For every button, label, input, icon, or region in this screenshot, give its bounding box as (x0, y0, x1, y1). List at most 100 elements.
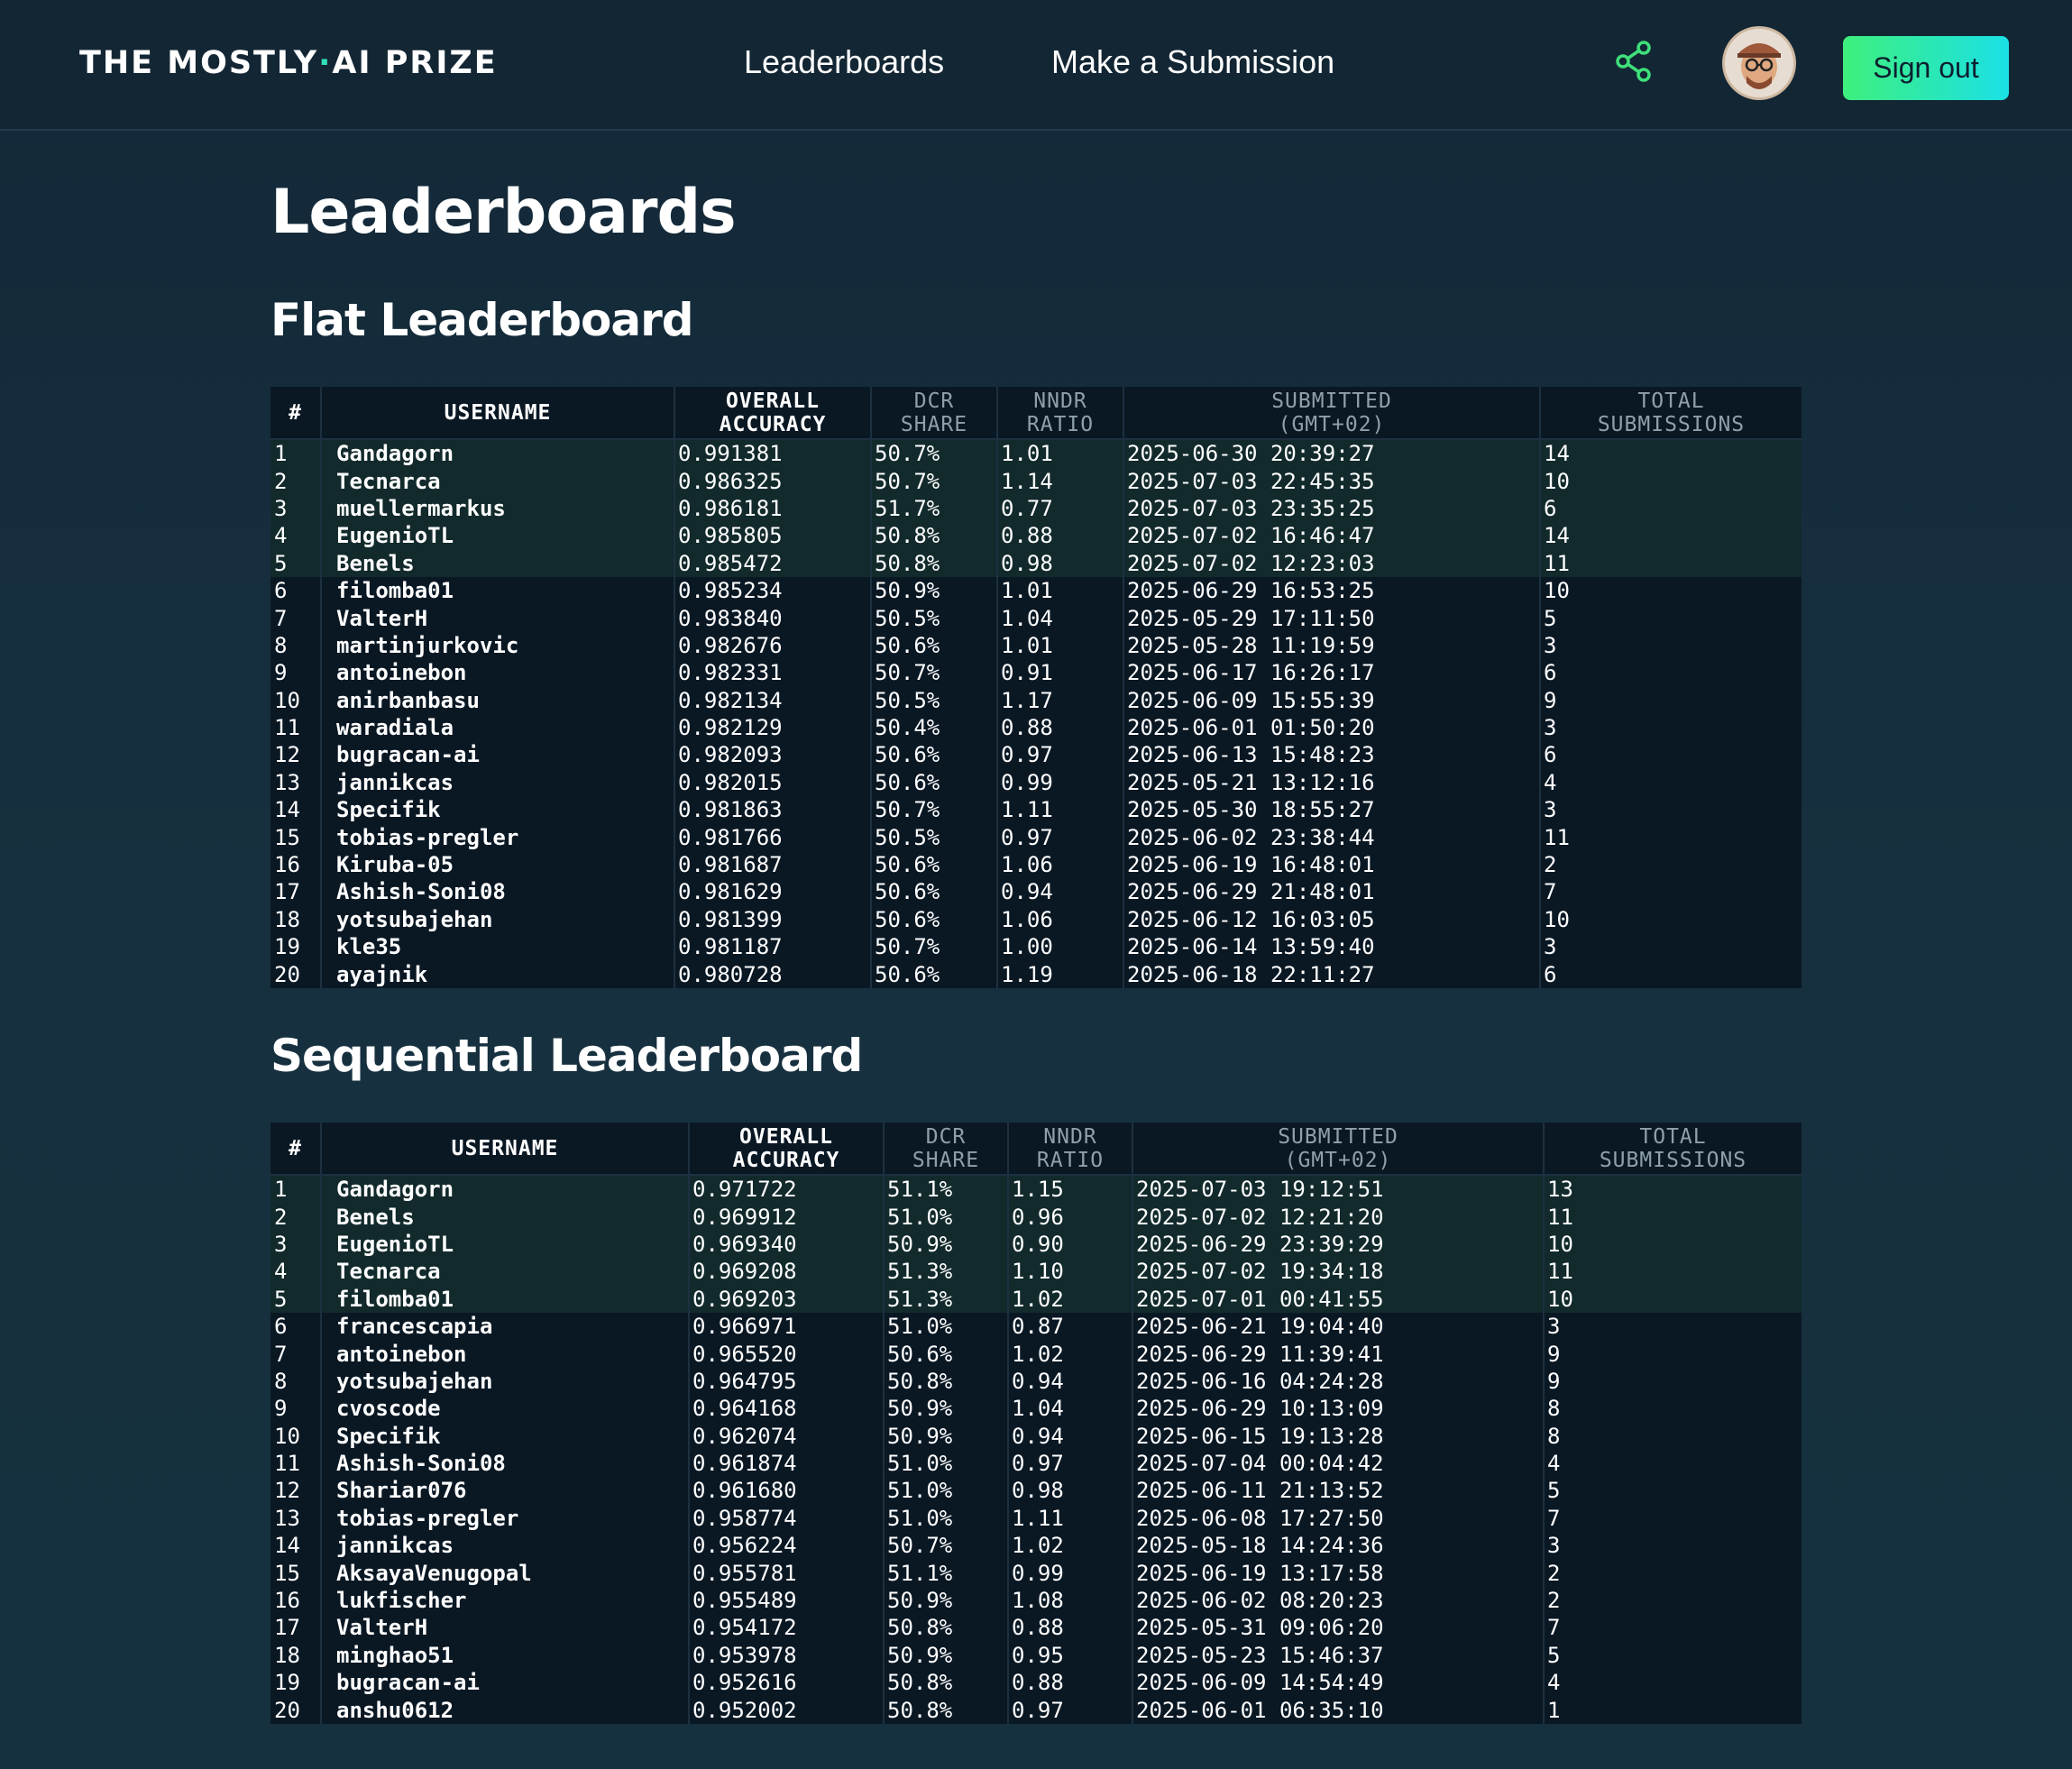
column-header-nndr-ratio[interactable]: NNDR RATIO (997, 387, 1124, 440)
logo-text-right: AI PRIZE (332, 45, 498, 81)
cell-rank: 11 (270, 713, 322, 742)
cell-submitted: 2025-06-02 23:38:44 (1123, 823, 1541, 851)
table-row: 14 jannikcas 0.956224 50.7% 1.02 2025-05-18 1… (270, 1532, 1802, 1560)
cell-submitted: 2025-06-02 08:20:23 (1132, 1586, 1545, 1615)
cell-nndr-ratio: 0.77 (997, 494, 1124, 523)
cell-rank: 17 (270, 1614, 322, 1642)
cell-submitted: 2025-07-03 22:45:35 (1123, 467, 1541, 495)
cell-dcr-share: 50.7% (884, 1532, 1009, 1560)
cell-overall-accuracy: 0.985234 (674, 576, 872, 605)
cell-nndr-ratio: 1.08 (1008, 1586, 1133, 1615)
table-row: 18 minghao51 0.953978 50.9% 0.95 2025-05-23 1… (270, 1641, 1802, 1670)
cell-nndr-ratio: 1.19 (997, 960, 1124, 988)
cell-username: Tecnarca (321, 1258, 690, 1286)
cell-rank: 1 (270, 1175, 322, 1204)
cell-nndr-ratio: 0.88 (1008, 1614, 1133, 1642)
cell-dcr-share: 50.5% (871, 604, 998, 632)
cell-total-submissions: 9 (1547, 1341, 1561, 1367)
cell-submitted: 2025-06-29 16:53:25 (1123, 576, 1541, 605)
cell-rank: 18 (270, 905, 322, 934)
column-header-total-submissions[interactable]: TOTAL SUBMISSIONS (1540, 387, 1802, 440)
cell-submitted: 2025-07-02 12:23:03 (1123, 549, 1541, 577)
cell-username: kle35 (321, 933, 675, 961)
cell-nndr-ratio: 1.02 (1008, 1532, 1133, 1560)
column-header-overall-accuracy[interactable]: OVERALL ACCURACY (689, 1123, 885, 1176)
table-row: 7 ValterH 0.983840 50.5% 1.04 2025-05-29 17:1… (270, 604, 1802, 632)
column-header-dcr-share[interactable]: DCR SHARE (871, 387, 998, 440)
column-header-line: OVERALL (726, 389, 820, 413)
cell-submitted: 2025-07-02 12:21:20 (1132, 1203, 1545, 1231)
cell-submitted: 2025-06-11 21:13:52 (1132, 1477, 1545, 1505)
column-header-submitted[interactable]: SUBMITTED (GMT+02) (1123, 387, 1541, 440)
cell-username: muellermarkus (321, 494, 675, 523)
column-header-line: NNDR (1033, 389, 1087, 413)
cell-total-submissions: 9 (1544, 687, 1557, 713)
cell-overall-accuracy: 0.956224 (689, 1532, 885, 1560)
cell-submitted: 2025-06-01 06:35:10 (1132, 1696, 1545, 1724)
cell-submitted: 2025-06-16 04:24:28 (1132, 1367, 1545, 1396)
cell-overall-accuracy: 0.955489 (689, 1586, 885, 1615)
cell-overall-accuracy: 0.955781 (689, 1559, 885, 1587)
cell-overall-accuracy: 0.961874 (689, 1449, 885, 1478)
column-header-dcr-share[interactable]: DCR SHARE (884, 1123, 1009, 1176)
cell-total-submissions: 2 (1544, 852, 1557, 878)
column-header-total-submissions[interactable]: TOTAL SUBMISSIONS (1544, 1123, 1802, 1176)
column-header-overall-accuracy[interactable]: OVERALL ACCURACY (674, 387, 872, 440)
cell-total-submissions: 2 (1547, 1560, 1561, 1586)
cell-username: jannikcas (321, 768, 675, 797)
table-row: 1 Gandagorn 0.971722 51.1% 1.15 2025-07-03 19… (270, 1175, 1802, 1204)
cell-submitted: 2025-06-14 13:59:40 (1123, 933, 1541, 961)
table-row: 20 anshu0612 0.952002 50.8% 0.97 2025-06-01 0… (270, 1696, 1802, 1724)
logo[interactable]: THE MOSTLY·AI PRIZE (79, 45, 498, 81)
column-header-rank[interactable]: # (270, 1123, 322, 1176)
cell-username: EugenioTL (321, 1230, 690, 1259)
nav-make-submission[interactable]: Make a Submission (1051, 43, 1334, 81)
column-header-line: OVERALL (739, 1124, 833, 1149)
cell-dcr-share: 50.7% (871, 659, 998, 687)
cell-nndr-ratio: 0.96 (1008, 1203, 1133, 1231)
cell-submitted: 2025-06-09 15:55:39 (1123, 686, 1541, 714)
cell-dcr-share: 50.8% (884, 1696, 1009, 1724)
column-header-rank[interactable]: # (270, 387, 322, 440)
cell-dcr-share: 51.0% (884, 1203, 1009, 1231)
cell-total-submissions: 5 (1547, 1478, 1561, 1504)
cell-nndr-ratio: 1.06 (997, 905, 1124, 934)
cell-overall-accuracy: 0.982676 (674, 631, 872, 660)
column-header-line: SUBMITTED (1278, 1124, 1398, 1149)
cell-submitted: 2025-07-04 00:04:42 (1132, 1449, 1545, 1478)
cell-submitted: 2025-07-03 23:35:25 (1123, 494, 1541, 523)
column-header-line: RATIO (1026, 412, 1095, 436)
cell-overall-accuracy: 0.986181 (674, 494, 872, 523)
cell-submitted: 2025-07-01 00:41:55 (1132, 1285, 1545, 1313)
column-header-line: # (289, 1136, 302, 1160)
column-header-submitted[interactable]: SUBMITTED (GMT+02) (1132, 1123, 1545, 1176)
cell-username: antoinebon (321, 659, 675, 687)
cell-dcr-share: 50.6% (884, 1340, 1009, 1368)
cell-nndr-ratio: 1.00 (997, 933, 1124, 961)
cell-total-submissions: 3 (1544, 797, 1557, 823)
column-header-username[interactable]: USERNAME (321, 1123, 690, 1176)
column-header-line: SUBMISSIONS (1599, 1148, 1747, 1172)
cell-total-submissions: 6 (1544, 660, 1557, 686)
avatar[interactable] (1725, 29, 1793, 97)
cell-nndr-ratio: 0.98 (1008, 1477, 1133, 1505)
cell-nndr-ratio: 0.91 (997, 659, 1124, 687)
table-row: 5 Benels 0.985472 50.8% 0.98 2025-07-02 12:23… (270, 549, 1802, 577)
column-header-nndr-ratio[interactable]: NNDR RATIO (1008, 1123, 1133, 1176)
share-icon[interactable] (1614, 40, 1654, 83)
cell-username: ValterH (321, 604, 675, 632)
sign-out-button[interactable]: Sign out (1843, 36, 2009, 100)
cell-nndr-ratio: 1.01 (997, 439, 1124, 468)
column-header-username[interactable]: USERNAME (321, 387, 675, 440)
cell-dcr-share: 50.6% (871, 960, 998, 988)
cell-dcr-share: 50.5% (871, 686, 998, 714)
cell-total-submissions: 10 (1540, 467, 1802, 495)
cell-total-submissions: 7 (1544, 879, 1557, 905)
cell-rank: 8 (270, 1367, 322, 1396)
cell-dcr-share: 50.9% (884, 1230, 1009, 1259)
cell-overall-accuracy: 0.991381 (674, 439, 872, 468)
cell-total-submissions: 13 (1544, 1175, 1802, 1204)
avatar-portrait-icon (1725, 29, 1793, 97)
cell-nndr-ratio: 1.10 (1008, 1258, 1133, 1286)
nav-leaderboards[interactable]: Leaderboards (744, 43, 944, 81)
